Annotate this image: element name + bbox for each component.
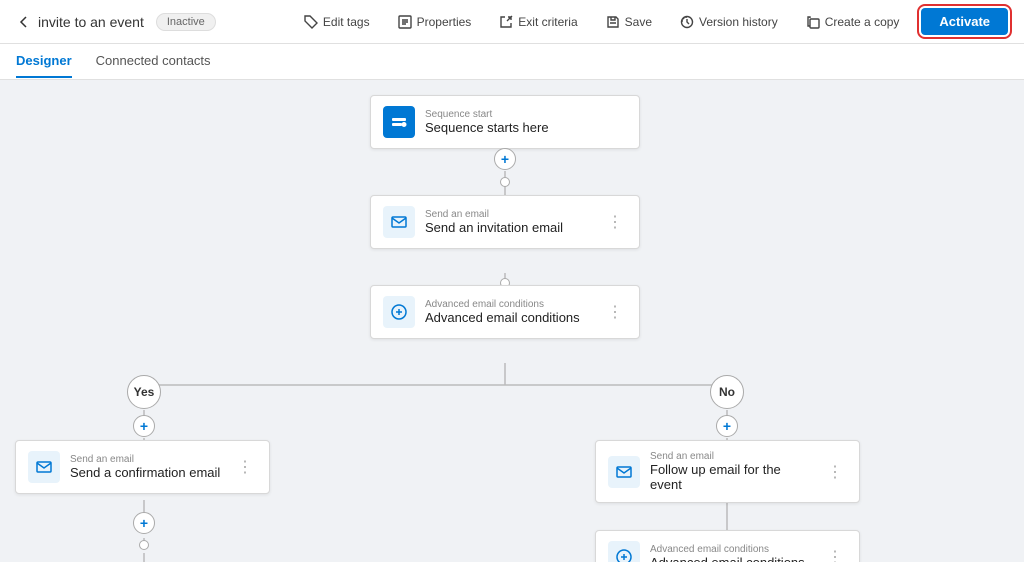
no-adv-node: Advanced email conditions Advanced email… (595, 530, 860, 562)
no-email-title: Follow up email for the event (650, 462, 813, 492)
no-adv-text: Advanced email conditions Advanced email… (650, 544, 813, 562)
no-branch-label: No (710, 375, 744, 409)
advanced-cond-node: Advanced email conditions Advanced email… (370, 285, 640, 339)
no-email-icon (608, 456, 640, 488)
no-email-node: Send an email Follow up email for the ev… (595, 440, 860, 503)
connector-circle-1 (500, 177, 510, 187)
sequence-start-node: Sequence start Sequence starts here (370, 95, 640, 149)
advanced-cond-icon (383, 296, 415, 328)
add-node-button-yes[interactable]: + (133, 415, 155, 437)
advanced-cond-title: Advanced email conditions (425, 310, 593, 325)
tab-bar: Designer Connected contacts (0, 44, 1024, 80)
send-email-1-menu[interactable]: ⋮ (603, 210, 627, 234)
yes-email-title: Send a confirmation email (70, 465, 223, 480)
connector-circle-yes-bottom (139, 540, 149, 550)
no-email-menu[interactable]: ⋮ (823, 460, 847, 484)
tab-connected-contacts[interactable]: Connected contacts (96, 45, 211, 78)
flow-canvas: Sequence start Sequence starts here + Se… (0, 80, 1024, 562)
sequence-start-title: Sequence starts here (425, 120, 627, 135)
properties-button[interactable]: Properties (392, 11, 478, 33)
send-email-1-icon (383, 206, 415, 238)
add-node-button-no[interactable]: + (716, 415, 738, 437)
back-button[interactable]: invite to an event (16, 14, 144, 30)
yes-branch-label: Yes (127, 375, 161, 409)
yes-email-menu[interactable]: ⋮ (233, 455, 257, 479)
advanced-cond-text: Advanced email conditions Advanced email… (425, 299, 593, 325)
yes-email-node: Send an email Send a confirmation email … (15, 440, 270, 494)
send-email-1-label: Send an email (425, 209, 593, 220)
exit-criteria-button[interactable]: Exit criteria (493, 11, 583, 33)
sequence-start-label: Sequence start (425, 109, 627, 120)
activate-button[interactable]: Activate (921, 8, 1008, 35)
no-adv-icon (608, 541, 640, 562)
add-node-button-yes-bottom[interactable]: + (133, 512, 155, 534)
sequence-start-icon (383, 106, 415, 138)
no-adv-label: Advanced email conditions (650, 544, 813, 555)
save-button[interactable]: Save (600, 11, 658, 33)
header-actions: Edit tags Properties Exit criteria Save (298, 8, 1008, 35)
advanced-cond-label: Advanced email conditions (425, 299, 593, 310)
yes-email-text: Send an email Send a confirmation email (70, 454, 223, 480)
version-history-button[interactable]: Version history (674, 11, 784, 33)
no-email-label: Send an email (650, 451, 813, 462)
send-email-1-text: Send an email Send an invitation email (425, 209, 593, 235)
edit-tags-button[interactable]: Edit tags (298, 11, 376, 33)
create-copy-button[interactable]: Create a copy (800, 11, 906, 33)
advanced-cond-menu[interactable]: ⋮ (603, 300, 627, 324)
no-email-text: Send an email Follow up email for the ev… (650, 451, 813, 492)
send-email-1-title: Send an invitation email (425, 220, 593, 235)
tab-designer[interactable]: Designer (16, 45, 72, 78)
no-adv-title: Advanced email conditions (650, 555, 813, 562)
status-badge: Inactive (156, 13, 216, 31)
add-node-button-top[interactable]: + (494, 148, 516, 170)
app-header: invite to an event Inactive Edit tags Pr… (0, 0, 1024, 44)
yes-email-label: Send an email (70, 454, 223, 465)
no-adv-menu[interactable]: ⋮ (823, 545, 847, 562)
page-title: invite to an event (38, 14, 144, 30)
send-email-1-node: Send an email Send an invitation email ⋮ (370, 195, 640, 249)
sequence-start-text: Sequence start Sequence starts here (425, 109, 627, 135)
yes-email-icon (28, 451, 60, 483)
